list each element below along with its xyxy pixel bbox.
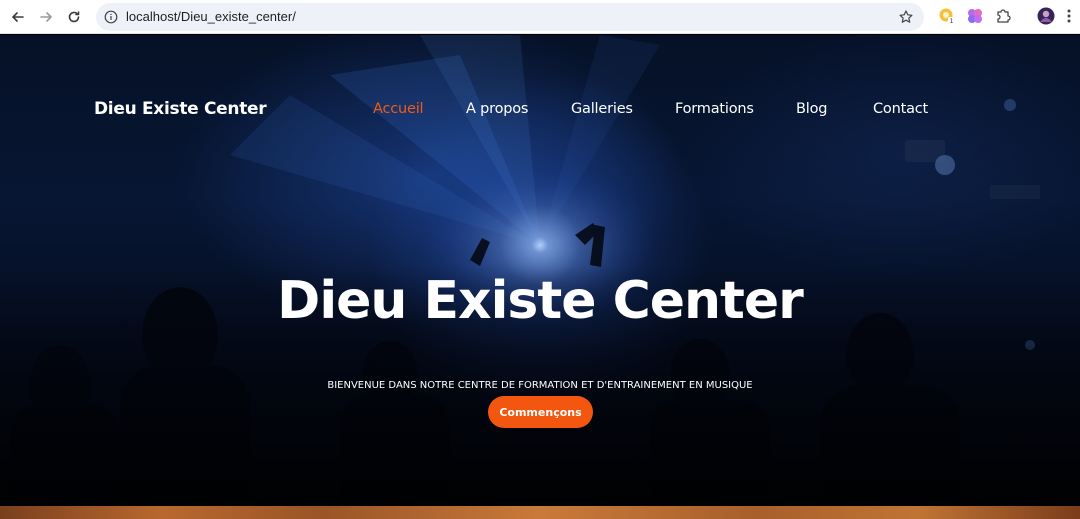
- back-button[interactable]: [6, 5, 30, 29]
- svg-text:1: 1: [950, 18, 954, 25]
- nav-item-a-propos[interactable]: A propos: [466, 101, 528, 117]
- hero-subtitle: BIENVENUE DANS NOTRE CENTRE DE FORMATION…: [327, 380, 753, 391]
- nav-item-galleries[interactable]: Galleries: [571, 101, 633, 117]
- nav-item-contact[interactable]: Contact: [873, 101, 928, 117]
- reload-button[interactable]: [62, 5, 86, 29]
- forward-button[interactable]: [34, 5, 58, 29]
- arrow-left-icon: [12, 12, 24, 22]
- extension-purple-icon[interactable]: [966, 7, 984, 25]
- browser-toolbar: localhost/Dieu_existe_center/ 1: [0, 0, 1080, 34]
- url-text[interactable]: localhost/Dieu_existe_center/: [126, 9, 296, 24]
- hero-title: Dieu Existe Center: [277, 271, 804, 331]
- address-bar[interactable]: localhost/Dieu_existe_center/: [96, 3, 924, 31]
- star-icon[interactable]: [898, 9, 914, 25]
- nav-item-accueil[interactable]: Accueil: [373, 101, 424, 117]
- avatar[interactable]: [1037, 7, 1055, 25]
- nav-item-blog[interactable]: Blog: [796, 101, 827, 117]
- nav-item-formations[interactable]: Formations: [675, 101, 754, 117]
- arrow-right-icon: [40, 12, 52, 22]
- hero-section: Dieu Existe Center Accueil A propos Gall…: [0, 35, 1080, 506]
- reload-icon: [68, 11, 80, 23]
- info-icon[interactable]: [104, 10, 118, 24]
- get-started-button[interactable]: Commençons: [488, 396, 593, 428]
- puzzle-icon[interactable]: [994, 7, 1012, 25]
- main-nav: Accueil A propos Galleries Formations Bl…: [0, 101, 1080, 121]
- kebab-icon[interactable]: [1064, 7, 1074, 25]
- extension-yellow-icon[interactable]: 1: [938, 7, 956, 25]
- next-section-preview: [0, 506, 1080, 519]
